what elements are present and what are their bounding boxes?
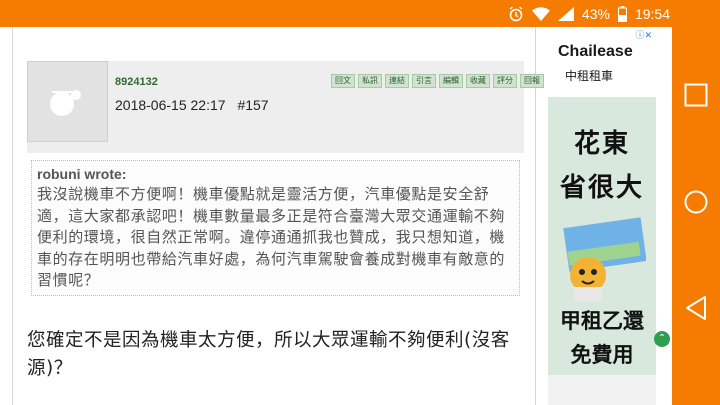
edit-button[interactable]: 編輯 — [439, 74, 463, 88]
post-meta: 2018-06-15 22:17 #157 — [115, 97, 277, 113]
battery-icon — [617, 5, 627, 22]
web-page: 8924132 2018-06-15 22:17 #157 回文 私訊 連結 引… — [0, 27, 672, 405]
circle-icon[interactable] — [684, 190, 708, 214]
wifi-icon — [531, 6, 550, 21]
chevron-up-icon[interactable]: ⌃ — [654, 331, 670, 347]
advertisement-banner[interactable]: ⓘ✕ Chailease 中租租車 花東 省很大 甲租乙還 免費用 — [548, 27, 656, 405]
reply-text: 您確定不是因為機車太方便，所以大眾運輸不夠便利(沒客源)？ — [27, 330, 510, 379]
ad-headline-3: 甲租乙還 — [560, 309, 644, 333]
ad-header: ⓘ✕ Chailease 中租租車 — [548, 27, 656, 97]
ad-headline-1: 花東 — [573, 129, 630, 159]
status-icons: 43% 19:54 — [508, 0, 670, 27]
avatar[interactable] — [27, 61, 108, 142]
signal-icon — [557, 6, 574, 21]
post-number[interactable]: #157 — [237, 97, 268, 113]
ad-brand: Chailease — [558, 43, 633, 60]
link-button[interactable]: 連結 — [385, 74, 409, 88]
ad-brand-chinese: 中租租車 — [565, 69, 614, 83]
post-datetime: 2018-06-15 22:17 — [115, 97, 226, 113]
quote-block: robuni wrote: 我沒說機車不方便啊！機車優點就是靈活方便，汽車優點是… — [31, 160, 520, 296]
reply-button[interactable]: 回文 — [331, 74, 355, 88]
rate-button[interactable]: 評分 — [493, 74, 517, 88]
alarm-icon — [508, 5, 524, 22]
report-button[interactable]: 回報 — [520, 74, 544, 88]
content-border-left — [12, 27, 13, 405]
bookmark-button[interactable]: 收藏 — [466, 74, 490, 88]
private-message-button[interactable]: 私訊 — [358, 74, 382, 88]
post-username[interactable]: 8924132 — [115, 76, 158, 88]
ad-headline-2: 省很大 — [559, 173, 644, 203]
quote-author: robuni wrote: — [37, 166, 127, 182]
quote-button[interactable]: 引言 — [412, 74, 436, 88]
ad-choices-icon[interactable]: ⓘ✕ — [635, 28, 652, 41]
battery-percentage: 43% — [581, 5, 610, 22]
ad-footer-image — [548, 375, 656, 405]
ad-illustration — [558, 217, 647, 301]
square-icon[interactable] — [684, 83, 708, 107]
post-actions: 回文 私訊 連結 引言 編輯 收藏 評分 回報 — [331, 74, 544, 88]
quote-body: 我沒說機車不方便啊！機車優點就是靈活方便，汽車優點是安全舒適，這大家都承認吧！機… — [37, 185, 506, 289]
triangle-back-icon[interactable] — [684, 295, 708, 320]
navigation-bar — [672, 27, 720, 405]
ad-headline-4: 免費用 — [570, 343, 634, 367]
clock: 19:54 — [634, 5, 670, 22]
status-bar: 43% 19:54 — [0, 0, 720, 27]
default-avatar-icon — [50, 90, 81, 116]
